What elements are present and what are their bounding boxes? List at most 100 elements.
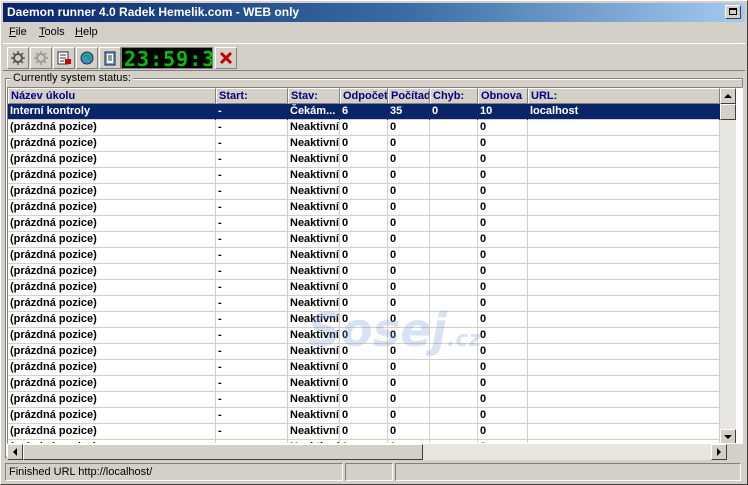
table-row[interactable]: (prázdná pozice)-Neaktivní000 (8, 344, 720, 360)
table-cell (430, 200, 478, 216)
menu-tools[interactable]: Tools (39, 26, 65, 38)
table-row[interactable]: (prázdná pozice)-Neaktivní000 (8, 424, 720, 440)
table-row[interactable]: (prázdná pozice)-Neaktivní000 (8, 376, 720, 392)
gear-disabled-icon (34, 51, 48, 65)
table-cell: 0 (478, 408, 528, 424)
table-cell: 0 (478, 120, 528, 136)
table-cell: - (216, 216, 288, 232)
column-header[interactable]: Název úkolu (8, 88, 216, 104)
table-row[interactable]: (prázdná pozice)-Neaktivní000 (8, 200, 720, 216)
table-row[interactable]: (prázdná pozice)-Neaktivní000 (8, 184, 720, 200)
column-header[interactable]: URL: (528, 88, 720, 104)
gear-icon (11, 51, 25, 65)
arrow-up-icon (724, 94, 732, 98)
table-row[interactable]: (prázdná pozice)-Neaktivní000 (8, 216, 720, 232)
table-cell (430, 344, 478, 360)
restore-button[interactable] (725, 5, 741, 19)
scroll-down-button[interactable] (720, 429, 736, 443)
table-row[interactable]: (prázdná pozice)-Neaktivní000 (8, 152, 720, 168)
column-header[interactable]: Chyb: (430, 88, 478, 104)
table-row[interactable]: (prázdná pozice)-Neaktivní000 (8, 168, 720, 184)
table-cell: 0 (340, 136, 388, 152)
table-cell: 0 (388, 344, 430, 360)
table-cell (430, 248, 478, 264)
task-list[interactable]: Název úkoluStart:Stav:OdpočetPočítadloCh… (7, 87, 743, 444)
table-cell: Neaktivní (288, 184, 340, 200)
web-button[interactable] (76, 47, 98, 69)
stop-tasks-button[interactable] (30, 47, 52, 69)
column-header[interactable]: Obnova (478, 88, 528, 104)
table-row[interactable]: (prázdná pozice)-Neaktivní000 (8, 408, 720, 424)
menu-help[interactable]: Help (75, 26, 98, 38)
close-button[interactable] (215, 47, 237, 69)
document-edit-icon (57, 51, 71, 65)
table-cell: - (216, 328, 288, 344)
scroll-up-button[interactable] (720, 88, 736, 104)
table-row[interactable]: (prázdná pozice)-Neaktivní000 (8, 328, 720, 344)
table-cell: 0 (478, 168, 528, 184)
table-row[interactable]: (prázdná pozice)-Neaktivní000 (8, 136, 720, 152)
table-row[interactable]: Interní kontroly - Čekám... 6 35 0 10 localhost (8, 104, 720, 120)
table-cell: 0 (478, 152, 528, 168)
table-cell: (prázdná pozice) (8, 232, 216, 248)
table-cell: 0 (478, 296, 528, 312)
table-cell: (prázdná pozice) (8, 344, 216, 360)
table-row[interactable]: (prázdná pozice)-Neaktivní000 (8, 280, 720, 296)
horizontal-scrollbar[interactable] (7, 444, 727, 460)
table-cell: Neaktivní (288, 120, 340, 136)
table-cell (528, 248, 720, 264)
table-cell (430, 360, 478, 376)
table-cell: 0 (340, 152, 388, 168)
table-cell: - (216, 344, 288, 360)
table-row[interactable]: (prázdná pozice)-Neaktivní000 (8, 360, 720, 376)
vertical-scroll-thumb[interactable] (720, 104, 736, 120)
column-header[interactable]: Odpočet (340, 88, 388, 104)
window-title: Daemon runner 4.0 Radek Hemelik.com - WE… (7, 5, 300, 19)
table-cell: 0 (478, 376, 528, 392)
title-bar[interactable]: Daemon runner 4.0 Radek Hemelik.com - WE… (3, 3, 745, 22)
table-cell: 0 (478, 184, 528, 200)
table-cell: Neaktivní (288, 312, 340, 328)
vertical-scrollbar[interactable] (720, 88, 736, 443)
start-tasks-button[interactable] (7, 47, 29, 69)
table-row[interactable]: (prázdná pozice)-Neaktivní000 (8, 120, 720, 136)
horizontal-scroll-thumb[interactable] (23, 444, 423, 460)
scroll-left-button[interactable] (7, 444, 23, 460)
table-cell: 10 (478, 104, 528, 120)
table-row[interactable]: (prázdná pozice)-Neaktivní000 (8, 232, 720, 248)
menu-file[interactable]: File (9, 26, 27, 38)
table-cell: 0 (388, 408, 430, 424)
table-cell: 0 (478, 264, 528, 280)
table-row[interactable]: (prázdná pozice)-Neaktivní000 (8, 392, 720, 408)
column-header[interactable]: Počítadlo (388, 88, 430, 104)
column-header[interactable]: Start: (216, 88, 288, 104)
table-cell (528, 392, 720, 408)
table-cell (430, 120, 478, 136)
table-cell (430, 184, 478, 200)
table-cell: (prázdná pozice) (8, 216, 216, 232)
table-row[interactable]: (prázdná pozice)-Neaktivní000 (8, 296, 720, 312)
table-row[interactable]: (prázdná pozice)-Neaktivní000 (8, 264, 720, 280)
list-header: Název úkoluStart:Stav:OdpočetPočítadloCh… (8, 88, 720, 104)
table-row[interactable]: (prázdná pozice)-Neaktivní000 (8, 312, 720, 328)
table-cell: - (216, 264, 288, 280)
table-cell: Neaktivní (288, 248, 340, 264)
table-cell: (prázdná pozice) (8, 120, 216, 136)
scroll-right-button[interactable] (711, 444, 727, 460)
table-cell: 0 (340, 264, 388, 280)
table-cell: - (216, 408, 288, 424)
table-cell: - (216, 280, 288, 296)
table-cell: 0 (388, 232, 430, 248)
table-cell: - (216, 392, 288, 408)
table-row[interactable]: (prázdná pozice)-Neaktivní000 (8, 248, 720, 264)
table-cell: 0 (478, 232, 528, 248)
table-cell: Neaktivní (288, 200, 340, 216)
table-cell: 0 (388, 296, 430, 312)
clipboard-button[interactable] (99, 47, 121, 69)
column-header[interactable]: Stav: (288, 88, 340, 104)
table-cell (528, 168, 720, 184)
edit-task-button[interactable] (53, 47, 75, 69)
table-cell: Neaktivní (288, 344, 340, 360)
table-cell: 0 (340, 392, 388, 408)
table-cell (430, 312, 478, 328)
